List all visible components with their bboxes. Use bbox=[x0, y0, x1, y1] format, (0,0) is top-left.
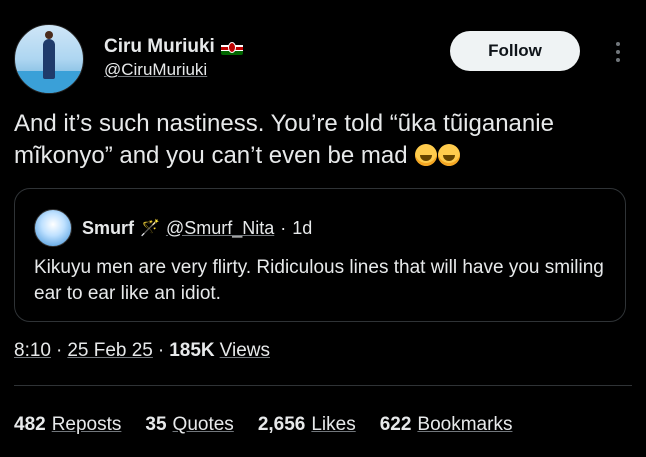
tweet-date[interactable]: 25 Feb 25 bbox=[67, 340, 153, 362]
views-count: 185K bbox=[169, 340, 215, 361]
stat-count: 35 bbox=[145, 414, 167, 435]
quoted-tweet[interactable]: Smurf 🪄 @Smurf_Nita · 1d Kikuyu men are … bbox=[14, 188, 626, 322]
separator-dot: · bbox=[55, 340, 63, 361]
quotes-stat[interactable]: 35 Quotes bbox=[145, 414, 233, 436]
quoted-author-avatar[interactable] bbox=[34, 209, 72, 247]
quoted-timestamp[interactable]: 1d bbox=[292, 218, 312, 239]
engagement-stats: 482 Reposts 35 Quotes 2,656 Likes 622 Bookma… bbox=[14, 414, 512, 436]
views-label[interactable]: Views bbox=[220, 340, 270, 362]
divider bbox=[14, 385, 632, 386]
stat-label[interactable]: Reposts bbox=[52, 414, 122, 435]
stat-label[interactable]: Bookmarks bbox=[417, 414, 512, 435]
stat-label[interactable]: Likes bbox=[311, 414, 355, 435]
bookmarks-stat[interactable]: 622 Bookmarks bbox=[380, 414, 513, 436]
stat-count: 622 bbox=[379, 414, 412, 435]
more-options-icon[interactable] bbox=[608, 38, 628, 66]
stat-label[interactable]: Quotes bbox=[173, 414, 234, 435]
magic-wand-icon: 🪄 bbox=[140, 220, 160, 237]
author-info: Ciru Muriuki @CiruMuriuki bbox=[104, 36, 243, 80]
separator-dot: · bbox=[157, 340, 165, 361]
quoted-author-handle[interactable]: @Smurf_Nita bbox=[166, 218, 274, 239]
laughing-emoji-icon bbox=[415, 144, 438, 166]
author-handle[interactable]: @CiruMuriuki bbox=[104, 60, 243, 80]
tweet-metadata: 8:10 · 25 Feb 25 · 185K Views bbox=[14, 340, 270, 362]
likes-stat[interactable]: 2,656 Likes bbox=[258, 414, 356, 436]
tweet-time[interactable]: 8:10 bbox=[14, 340, 51, 362]
stat-count: 2,656 bbox=[257, 414, 306, 435]
laughing-emoji-icon bbox=[438, 144, 461, 166]
author-avatar[interactable] bbox=[14, 24, 84, 94]
follow-button[interactable]: Follow bbox=[450, 31, 580, 71]
author-name-row[interactable]: Ciru Muriuki bbox=[104, 36, 243, 58]
kenya-flag-icon bbox=[220, 39, 243, 55]
separator-dot: · bbox=[280, 217, 287, 238]
quoted-tweet-header: Smurf 🪄 @Smurf_Nita · 1d bbox=[34, 209, 312, 247]
tweet-text: And it’s such nastiness. You’re told “ũk… bbox=[14, 110, 554, 169]
reposts-stat[interactable]: 482 Reposts bbox=[14, 414, 121, 436]
tweet-header: Ciru Muriuki @CiruMuriuki Follow bbox=[14, 22, 632, 94]
tweet-body: And it’s such nastiness. You’re told “ũk… bbox=[14, 108, 624, 172]
stat-count: 482 bbox=[14, 414, 46, 435]
quoted-author-name[interactable]: Smurf bbox=[82, 218, 134, 239]
quoted-tweet-text: Kikuyu men are very flirty. Ridiculous l… bbox=[34, 257, 604, 304]
author-name[interactable]: Ciru Muriuki bbox=[104, 36, 215, 58]
avatar-figure bbox=[43, 31, 55, 79]
